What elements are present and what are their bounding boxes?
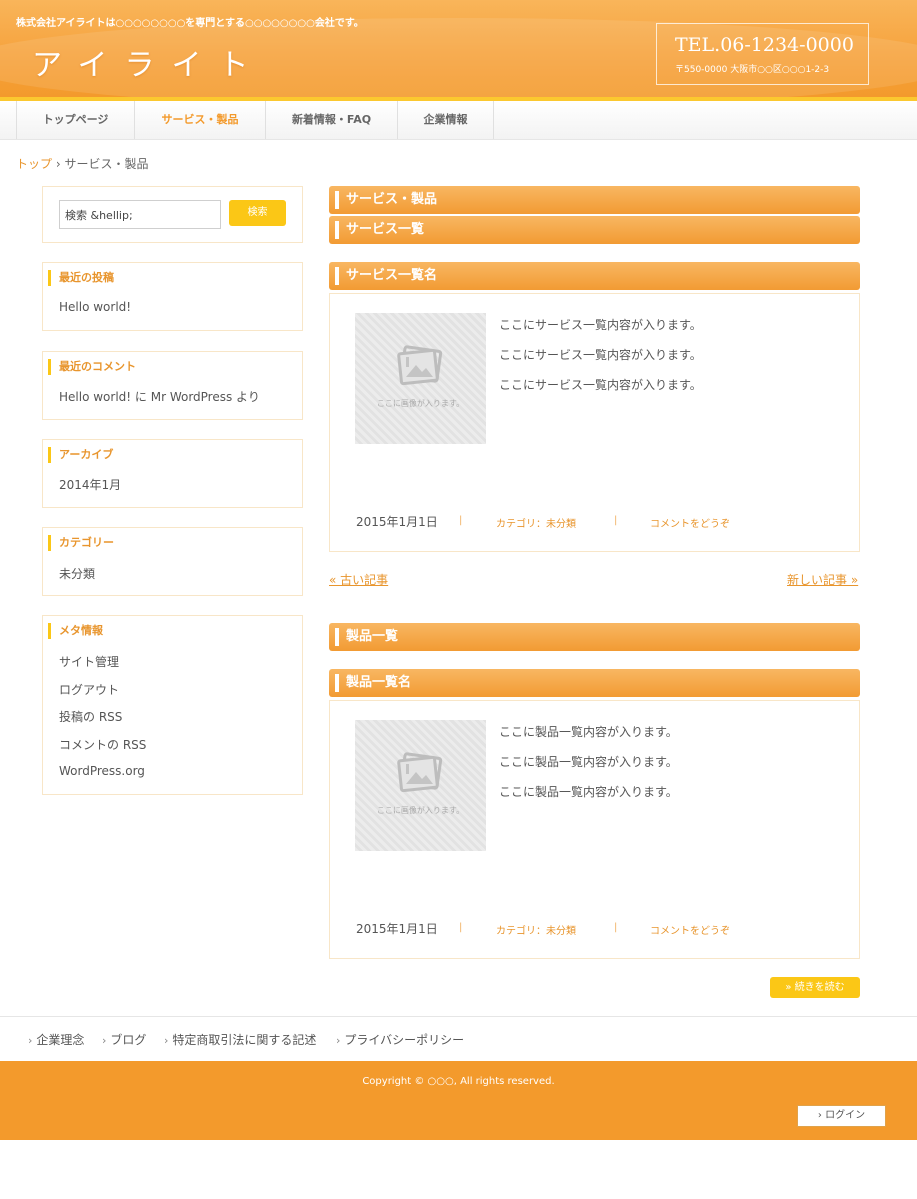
service-post-line-3: ここにサービス一覧内容が入ります。: [499, 378, 702, 392]
nav-item-top[interactable]: トップページ: [17, 101, 135, 139]
site-header: 株式会社アイライトは○○○○○○○○を専門とする○○○○○○○○会社です。 アイ…: [0, 0, 917, 97]
meta-separator: |: [459, 515, 463, 526]
site-tagline: 株式会社アイライトは○○○○○○○○を専門とする○○○○○○○○会社です。: [16, 18, 364, 29]
page-title-text: サービス・製品: [346, 192, 438, 207]
product-post-comment-link[interactable]: コメントをどうぞ: [650, 922, 730, 937]
site-logo[interactable]: アイライト: [32, 40, 266, 84]
chevron-right-icon: ›: [102, 1034, 107, 1047]
widget-title-archives: アーカイブ: [48, 447, 113, 463]
search-button[interactable]: 検索: [229, 200, 286, 226]
product-post-thumbnail: ここに画像が入ります。: [355, 720, 486, 851]
meta-separator: |: [614, 515, 618, 526]
nav-item-services[interactable]: サービス・製品: [135, 101, 266, 139]
archive-link[interactable]: 2014年1月: [59, 476, 121, 493]
read-more-button[interactable]: » 続きを読む: [770, 977, 860, 998]
product-section-heading: 製品一覧: [329, 623, 860, 651]
phone-number: TEL.06-1234-0000: [675, 34, 854, 56]
product-post-date: 2015年1月1日: [356, 922, 438, 936]
breadcrumb-separator: ›: [55, 157, 61, 171]
product-post-category[interactable]: カテゴリ：未分類: [496, 922, 576, 937]
meta-widget: メタ情報 サイト管理 ログアウト 投稿の RSS コメントの RSS WordP…: [42, 615, 303, 795]
breadcrumb-home[interactable]: トップ: [16, 157, 52, 171]
site-footer: Copyright © ○○○, All rights reserved. › …: [0, 1061, 917, 1140]
widget-title-meta: メタ情報: [48, 623, 103, 639]
recent-post-link[interactable]: Hello world!: [59, 300, 131, 314]
product-post-title: 製品一覧名: [329, 669, 860, 697]
service-post-category[interactable]: カテゴリ：未分類: [496, 515, 576, 530]
contact-box: TEL.06-1234-0000 〒550-0000 大阪市○○区○○○1-2-…: [656, 23, 869, 85]
page-title: サービス・製品: [329, 186, 860, 214]
product-post-line-2: ここに製品一覧内容が入ります。: [499, 755, 678, 769]
recent-comments-widget: 最近のコメント Hello world! に Mr WordPress より: [42, 351, 303, 420]
service-post-comment-link[interactable]: コメントをどうぞ: [650, 515, 730, 530]
widget-title-recent-comments: 最近のコメント: [48, 359, 136, 375]
footer-link-label: プライバシーポリシー: [344, 1033, 465, 1047]
service-post-title-text[interactable]: サービス一覧名: [346, 262, 437, 290]
chevron-right-icon: ›: [336, 1034, 341, 1047]
product-post-line-1: ここに製品一覧内容が入ります。: [499, 725, 678, 739]
footer-link-label: 企業理念: [36, 1033, 85, 1047]
meta-link-logout[interactable]: ログアウト: [59, 681, 119, 698]
address: 〒550-0000 大阪市○○区○○○1-2-3: [675, 65, 830, 75]
breadcrumb: トップ › サービス・製品: [16, 155, 149, 172]
global-nav: トップページ サービス・製品 新着情報・FAQ 企業情報: [0, 101, 917, 140]
footer-link-blog[interactable]: › ブログ: [102, 1031, 146, 1048]
product-section-text: 製品一覧: [346, 629, 399, 644]
breadcrumb-current: サービス・製品: [64, 157, 149, 171]
thumbnail-caption: ここに画像が入ります。: [376, 399, 465, 408]
recent-comment-link[interactable]: Hello world! に Mr WordPress より: [59, 388, 260, 405]
meta-separator: |: [459, 922, 463, 933]
copyright: Copyright © ○○○, All rights reserved.: [362, 1076, 555, 1087]
meta-link-comments-rss[interactable]: コメントの RSS: [59, 736, 146, 753]
newer-posts-link[interactable]: 新しい記事 »: [787, 571, 858, 588]
category-link[interactable]: 未分類: [59, 565, 95, 582]
service-post-date: 2015年1月1日: [356, 515, 438, 529]
recent-posts-widget: 最近の投稿 Hello world!: [42, 262, 303, 331]
chevron-right-icon: ›: [28, 1034, 33, 1047]
widget-title-recent-posts: 最近の投稿: [48, 270, 114, 286]
footer-links: › 企業理念 › ブログ › 特定商取引法に関する記述 › プライバシーポリシー: [0, 1016, 917, 1061]
search-input[interactable]: 検索 &hellip;: [59, 200, 221, 229]
service-post-line-1: ここにサービス一覧内容が入ります。: [499, 318, 702, 332]
widget-title-categories: カテゴリー: [48, 535, 114, 551]
search-widget: 検索 &hellip; 検索: [42, 186, 303, 243]
footer-link-philosophy[interactable]: › 企業理念: [28, 1031, 84, 1048]
product-post-title-text[interactable]: 製品一覧名: [346, 669, 411, 697]
footer-link-commercial-law[interactable]: › 特定商取引法に関する記述: [164, 1031, 316, 1048]
service-section-heading: サービス一覧: [329, 216, 860, 244]
nav-item-news-faq[interactable]: 新着情報・FAQ: [266, 101, 398, 139]
service-post-line-2: ここにサービス一覧内容が入ります。: [499, 348, 702, 362]
archives-widget: アーカイブ 2014年1月: [42, 439, 303, 508]
login-button[interactable]: › ログイン: [797, 1105, 886, 1127]
footer-link-privacy[interactable]: › プライバシーポリシー: [336, 1031, 464, 1048]
meta-separator: |: [614, 922, 618, 933]
product-post-line-3: ここに製品一覧内容が入ります。: [499, 785, 678, 799]
service-post-thumbnail: ここに画像が入ります。: [355, 313, 486, 444]
footer-link-label: 特定商取引法に関する記述: [172, 1033, 317, 1047]
categories-widget: カテゴリー 未分類: [42, 527, 303, 596]
product-post: ここに画像が入ります。 ここに製品一覧内容が入ります。 ここに製品一覧内容が入り…: [329, 700, 860, 959]
service-section-text: サービス一覧: [346, 222, 425, 237]
meta-link-site-admin[interactable]: サイト管理: [59, 653, 119, 670]
meta-link-wordpress-org[interactable]: WordPress.org: [59, 764, 145, 778]
image-placeholder-icon: [397, 345, 443, 385]
image-placeholder-icon: [397, 752, 443, 792]
thumbnail-caption: ここに画像が入ります。: [376, 806, 465, 815]
older-posts-link[interactable]: « 古い記事: [329, 571, 388, 588]
chevron-right-icon: ›: [164, 1034, 169, 1047]
service-post-title: サービス一覧名: [329, 262, 860, 290]
nav-item-company[interactable]: 企業情報: [398, 101, 494, 139]
meta-link-posts-rss[interactable]: 投稿の RSS: [59, 708, 122, 725]
service-post: ここに画像が入ります。 ここにサービス一覧内容が入ります。 ここにサービス一覧内…: [329, 293, 860, 552]
footer-link-label: ブログ: [110, 1033, 147, 1047]
